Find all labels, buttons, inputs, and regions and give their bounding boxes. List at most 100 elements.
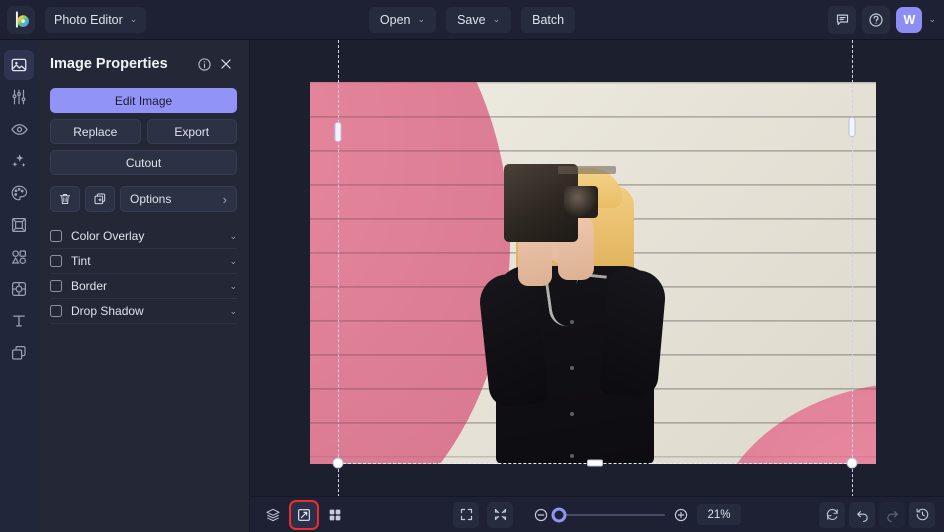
feedback-button[interactable] xyxy=(828,6,856,34)
bottom-left-tools xyxy=(260,502,348,528)
redo-button[interactable] xyxy=(879,502,905,528)
layers-icon xyxy=(265,507,281,523)
history-button[interactable] xyxy=(909,502,935,528)
rail-item-cutout[interactable] xyxy=(4,274,34,304)
eye-retouch-icon xyxy=(10,120,29,139)
save-button[interactable]: Save ⌄ xyxy=(446,7,511,33)
text-t-icon xyxy=(10,312,28,330)
chevron-down-icon[interactable]: ⌄ xyxy=(229,257,237,266)
replace-export-row: Replace Export xyxy=(50,119,237,144)
image-properties-panel: Image Properties Edit Image Replace Expo… xyxy=(38,40,250,532)
duplicate-icon xyxy=(93,192,107,206)
grid-button[interactable] xyxy=(322,502,348,528)
chevron-down-icon[interactable]: ⌄ xyxy=(229,282,237,291)
batch-button[interactable]: Batch xyxy=(521,7,575,33)
avatar-initial: W xyxy=(904,13,916,27)
avatar-chevron-down-icon[interactable]: ⌄ xyxy=(928,15,936,24)
adjustments-sliders-icon xyxy=(10,88,28,106)
color-overlay-label: Color Overlay xyxy=(71,229,220,243)
export-button[interactable]: Export xyxy=(147,119,238,144)
fit-screen-icon xyxy=(459,507,474,522)
panel-info-button[interactable] xyxy=(193,53,215,75)
top-bar-center-actions: Open ⌄ Save ⌄ Batch xyxy=(369,7,575,33)
replace-button[interactable]: Replace xyxy=(50,119,141,144)
fit-screen-button[interactable] xyxy=(453,502,479,528)
tint-label: Tint xyxy=(71,254,220,268)
drop-shadow-checkbox[interactable] xyxy=(50,305,62,317)
transform-icon xyxy=(296,507,312,523)
help-button[interactable] xyxy=(862,6,890,34)
left-tool-rail xyxy=(0,40,38,532)
rail-item-layers[interactable] xyxy=(4,338,34,368)
reset-icon xyxy=(825,507,840,522)
duplicate-button[interactable] xyxy=(85,186,115,212)
app-logo[interactable] xyxy=(7,6,35,34)
panel-close-button[interactable] xyxy=(215,53,237,75)
layers-stack-icon xyxy=(10,344,28,362)
layers-button[interactable] xyxy=(260,502,286,528)
transform-button[interactable] xyxy=(291,502,317,528)
rail-item-effects[interactable] xyxy=(4,146,34,176)
zoom-out-button[interactable] xyxy=(533,507,549,523)
cutout-button[interactable]: Cutout xyxy=(50,150,237,175)
edit-image-button[interactable]: Edit Image xyxy=(50,88,237,113)
zoom-slider-handle[interactable] xyxy=(552,507,567,522)
rail-item-shapes[interactable] xyxy=(4,242,34,272)
rail-item-adjust[interactable] xyxy=(4,82,34,112)
rail-item-color[interactable] xyxy=(4,178,34,208)
app-switcher-label: Photo Editor xyxy=(54,13,123,27)
chevron-down-icon[interactable]: ⌄ xyxy=(229,232,237,241)
app-switcher[interactable]: Photo Editor ⌄ xyxy=(45,7,146,33)
user-avatar[interactable]: W xyxy=(896,7,922,33)
open-button[interactable]: Open ⌄ xyxy=(369,7,436,33)
batch-label: Batch xyxy=(532,13,564,27)
shirt-buttons xyxy=(570,320,576,460)
selection-handle-bottom-right[interactable] xyxy=(847,458,858,469)
delete-button[interactable] xyxy=(50,186,80,212)
close-x-icon xyxy=(219,57,233,71)
zoom-slider[interactable] xyxy=(557,514,665,516)
color-overlay-checkbox[interactable] xyxy=(50,230,62,242)
border-checkbox[interactable] xyxy=(50,280,62,292)
rail-item-text[interactable] xyxy=(4,306,34,336)
zoom-level-value[interactable]: 21% xyxy=(697,504,741,525)
effect-row-color-overlay[interactable]: Color Overlay ⌄ xyxy=(50,224,237,249)
app-root: Photo Editor ⌄ Open ⌄ Save ⌄ Batch xyxy=(0,0,944,532)
guide-handle-right[interactable] xyxy=(849,117,856,137)
guide-handle-left[interactable] xyxy=(335,122,342,142)
rail-item-image[interactable] xyxy=(4,50,34,80)
selection-handle-bottom-left[interactable] xyxy=(333,458,344,469)
zoom-controls: 21% xyxy=(453,502,741,528)
rail-item-frame[interactable] xyxy=(4,210,34,240)
question-circle-icon xyxy=(868,12,884,28)
rail-item-retouch[interactable] xyxy=(4,114,34,144)
color-wheel-b-logo-icon xyxy=(12,10,31,29)
image-icon xyxy=(10,56,28,74)
canvas-area[interactable] xyxy=(250,40,944,532)
reset-button[interactable] xyxy=(819,502,845,528)
zoom-out-icon xyxy=(533,507,549,523)
bottom-right-tools xyxy=(819,502,935,528)
panel-header: Image Properties xyxy=(50,50,237,78)
redo-icon xyxy=(885,507,900,522)
artboard-image[interactable] xyxy=(310,82,876,464)
fit-content-button[interactable] xyxy=(487,502,513,528)
tint-checkbox[interactable] xyxy=(50,255,62,267)
palette-icon xyxy=(10,184,28,202)
selection-handle-bottom-center[interactable] xyxy=(587,460,603,467)
zoom-in-button[interactable] xyxy=(673,507,689,523)
shapes-icon xyxy=(10,248,28,266)
bottom-toolbar: 21% xyxy=(250,496,944,532)
person-subject xyxy=(458,170,688,464)
chevron-down-icon: ⌄ xyxy=(493,15,501,24)
effect-row-drop-shadow[interactable]: Drop Shadow ⌄ xyxy=(50,299,237,324)
object-actions-row: Options › xyxy=(50,186,237,212)
save-label: Save xyxy=(457,13,486,27)
effect-row-border[interactable]: Border ⌄ xyxy=(50,274,237,299)
chevron-down-icon[interactable]: ⌄ xyxy=(229,307,237,316)
grid-icon xyxy=(327,507,343,523)
undo-button[interactable] xyxy=(849,502,875,528)
options-button[interactable]: Options › xyxy=(120,186,237,212)
options-label: Options xyxy=(130,192,223,206)
effect-row-tint[interactable]: Tint ⌄ xyxy=(50,249,237,274)
